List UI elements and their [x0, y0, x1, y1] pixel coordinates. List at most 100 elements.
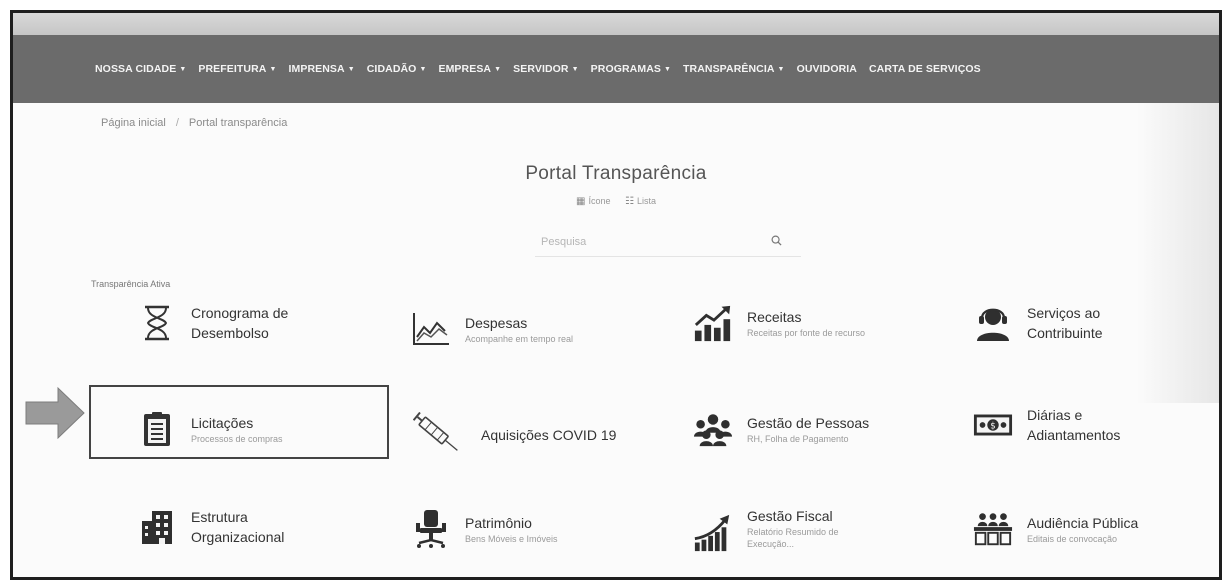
search-input[interactable]	[541, 235, 771, 248]
hourglass-icon	[137, 303, 177, 343]
nav-label: OUVIDORIA	[796, 63, 857, 75]
nav-item-programas[interactable]: PROGRAMAS ▼	[591, 63, 671, 75]
card-subtitle: Bens Móveis e Imóveis	[465, 534, 558, 544]
highlight-box	[89, 385, 389, 459]
money-bill-icon: $	[973, 405, 1013, 445]
card-title: Gestão Fiscal	[747, 508, 833, 524]
nav-label: EMPRESA	[438, 63, 492, 75]
syringe-icon	[411, 412, 467, 455]
card-diarias-adiantamentos[interactable]: $ Diárias e Adiantamentos	[973, 405, 1120, 445]
breadcrumb-home[interactable]: Página inicial	[101, 117, 166, 129]
svg-text:$: $	[990, 421, 995, 431]
card-title: Cronograma de	[191, 305, 289, 321]
nav-item-ouvidoria[interactable]: OUVIDORIA	[797, 63, 857, 75]
view-list-label: Lista	[636, 196, 656, 206]
card-title: Receitas	[747, 309, 802, 325]
card-title: Despesas	[465, 315, 528, 331]
headset-agent-icon	[973, 303, 1013, 343]
chevron-down-icon: ▼	[777, 66, 785, 73]
breadcrumb-current: Portal transparência	[188, 117, 288, 129]
arrow-right-icon	[25, 386, 85, 440]
nav-item-carta-de-servicos[interactable]: CARTA DE SERVIÇOS	[869, 63, 981, 75]
card-title-line2: Contribuinte	[1027, 325, 1103, 341]
nav-label: PREFEITURA	[198, 63, 267, 75]
nav-label: CARTA DE SERVIÇOS	[868, 63, 981, 75]
card-aquisicoes-covid[interactable]: Aquisições COVID 19	[411, 412, 616, 455]
card-title: Serviços ao	[1027, 305, 1101, 321]
card-text: Receitas Receitas por fonte de recurso	[747, 307, 865, 339]
card-subtitle: Acompanhe em tempo real	[465, 334, 574, 344]
nav-label: SERVIDOR	[513, 63, 569, 75]
grid-icon: ▦	[576, 196, 586, 207]
audience-icon	[973, 509, 1013, 549]
card-receitas[interactable]: Receitas Receitas por fonte de recurso	[693, 303, 865, 343]
nav-label: NOSSA CIDADE	[95, 63, 177, 75]
card-subtitle: Relatório Resumido de	[747, 527, 839, 537]
breadcrumb-separator: /	[175, 117, 179, 129]
card-subtitle: Receitas por fonte de recurso	[747, 328, 866, 338]
chevron-down-icon: ▼	[494, 66, 502, 73]
card-gestao-fiscal[interactable]: Gestão Fiscal Relatório Resumido de Exec…	[693, 503, 839, 553]
card-title: Patrimônio	[465, 515, 532, 531]
card-text: Serviços ao Contribuinte	[1027, 303, 1103, 343]
card-title: Gestão de Pessoas	[747, 415, 870, 431]
page-title: Portal Transparência	[525, 163, 707, 184]
breadcrumb: Página inicial / Portal transparência	[101, 117, 287, 129]
nav-label: PROGRAMAS	[590, 63, 661, 75]
nav-item-cidadao[interactable]: CIDADÃO ▼	[367, 63, 427, 75]
nav-item-empresa[interactable]: EMPRESA ▼	[438, 63, 501, 75]
card-title-line2: Organizacional	[191, 529, 285, 545]
card-subtitle: RH, Folha de Pagamento	[747, 434, 849, 444]
card-subtitle-line2: Execução...	[747, 539, 795, 549]
card-gestao-pessoas[interactable]: Gestão de Pessoas RH, Folha de Pagamento	[693, 409, 869, 449]
card-audiencia-publica[interactable]: Audiência Pública Editais de convocação	[973, 509, 1138, 549]
card-servicos-contribuinte[interactable]: Serviços ao Contribuinte	[973, 303, 1103, 343]
nav-item-transparencia[interactable]: TRANSPARÊNCIA ▼	[683, 63, 785, 75]
card-cronograma-desembolso[interactable]: Cronograma de Desembolso	[137, 303, 288, 343]
card-text: Diárias e Adiantamentos	[1027, 405, 1120, 445]
nav-item-imprensa[interactable]: IMPRENSA ▼	[288, 63, 354, 75]
chevron-down-icon: ▼	[663, 66, 672, 73]
screenshot-frame: NOSSA CIDADE ▼ PREFEITURA ▼ IMPRENSA ▼ CIDA…	[10, 10, 1222, 580]
chevron-down-icon: ▼	[419, 66, 427, 73]
chevron-down-icon: ▼	[269, 66, 277, 73]
card-title-line2: Desembolso	[191, 325, 269, 341]
card-title: Audiência Pública	[1027, 515, 1139, 531]
card-estrutura-organizacional[interactable]: Estrutura Organizacional	[137, 507, 284, 547]
chevron-down-icon: ▼	[571, 66, 579, 73]
card-text: Patrimônio Bens Móveis e Imóveis	[465, 513, 558, 545]
view-icon-label: Ícone	[588, 196, 611, 206]
building-icon	[137, 507, 177, 547]
nav-item-prefeitura[interactable]: PREFEITURA ▼	[198, 63, 276, 75]
card-title: Estrutura	[191, 509, 248, 525]
view-icon-option[interactable]: ▦ Ícone	[576, 196, 611, 207]
people-group-icon	[693, 409, 733, 449]
main-navbar: NOSSA CIDADE ▼ PREFEITURA ▼ IMPRENSA ▼ CIDA…	[13, 35, 1219, 103]
card-text: Aquisições COVID 19	[481, 425, 616, 445]
search-icon[interactable]	[771, 235, 782, 249]
card-text: Gestão de Pessoas RH, Folha de Pagamento	[747, 413, 869, 445]
nav-item-servidor[interactable]: SERVIDOR ▼	[513, 63, 579, 75]
card-text: Gestão Fiscal Relatório Resumido de Exec…	[747, 506, 839, 550]
list-icon: ☷	[625, 196, 634, 207]
office-chair-icon	[411, 509, 451, 549]
card-text: Audiência Pública Editais de convocação	[1027, 513, 1138, 545]
growth-chart-icon	[693, 513, 733, 553]
rising-bars-icon	[693, 303, 733, 343]
view-list-option[interactable]: ☷ Lista	[625, 196, 656, 207]
nav-label: IMPRENSA	[288, 63, 345, 75]
top-strip	[13, 13, 1219, 35]
chart-line-icon	[411, 309, 451, 349]
card-subtitle: Editais de convocação	[1027, 534, 1118, 544]
card-title: Aquisições COVID 19	[481, 427, 617, 443]
card-text: Despesas Acompanhe em tempo real	[465, 313, 573, 345]
card-patrimonio[interactable]: Patrimônio Bens Móveis e Imóveis	[411, 509, 558, 549]
card-despesas[interactable]: Despesas Acompanhe em tempo real	[411, 309, 573, 349]
chevron-down-icon: ▼	[179, 66, 187, 73]
right-shade	[1137, 103, 1219, 403]
nav-item-nossa-cidade[interactable]: NOSSA CIDADE ▼	[95, 63, 186, 75]
nav-label: CIDADÃO	[366, 63, 417, 75]
card-text: Estrutura Organizacional	[191, 507, 284, 547]
card-text: Cronograma de Desembolso	[191, 303, 288, 343]
section-label: Transparência Ativa	[91, 279, 171, 289]
